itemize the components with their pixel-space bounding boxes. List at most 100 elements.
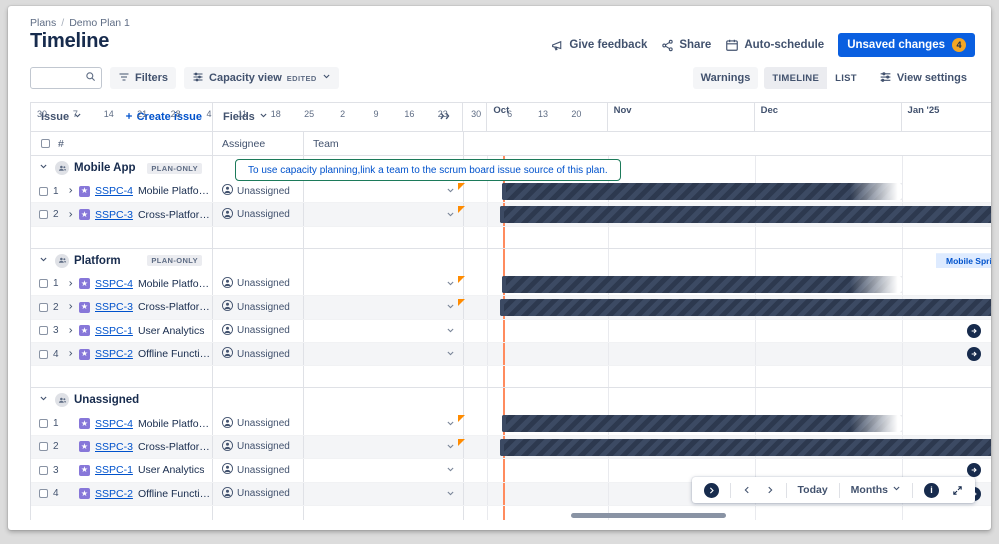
team-cell[interactable] xyxy=(303,435,463,459)
team-cell[interactable] xyxy=(303,482,463,505)
select-all-checkbox[interactable] xyxy=(41,139,50,148)
table-row[interactable]: 1 ★ SSPC-4 Mobile Platform I… Unassigned xyxy=(31,412,991,436)
row-checkbox[interactable] xyxy=(39,302,48,312)
issue-key-link[interactable]: SSPC-3 xyxy=(95,441,133,453)
fullscreen-button[interactable] xyxy=(947,480,968,500)
row-checkbox[interactable] xyxy=(39,186,48,196)
gantt-bar-left-handle[interactable] xyxy=(502,275,506,293)
chevron-down-icon[interactable] xyxy=(446,182,455,200)
filters-button[interactable]: Filters xyxy=(110,67,177,89)
chevron-down-icon[interactable] xyxy=(446,345,455,363)
row-checkbox[interactable] xyxy=(39,489,48,499)
issue-key-link[interactable]: SSPC-3 xyxy=(95,209,133,221)
team-cell[interactable] xyxy=(303,459,463,482)
gantt-bar[interactable] xyxy=(500,206,991,224)
warnings-button[interactable]: Warnings xyxy=(692,67,759,89)
group-collapse-chevron-icon[interactable] xyxy=(39,394,48,406)
team-cell[interactable] xyxy=(303,342,463,366)
timeline-cell[interactable] xyxy=(463,319,991,342)
table-row[interactable]: 2 ★ SSPC-3 Cross-Platform D… Unassigned xyxy=(31,435,991,460)
row-checkbox[interactable] xyxy=(39,279,48,289)
collapse-panel-button[interactable] xyxy=(699,480,724,500)
sprint-pill-0[interactable]: Mobile Sprint xyxy=(936,253,991,268)
scroll-to-issue-button[interactable] xyxy=(967,347,981,362)
assignee-cell[interactable]: Unassigned xyxy=(213,483,303,505)
issue-key-link[interactable]: SSPC-4 xyxy=(95,185,133,197)
chevron-down-icon[interactable] xyxy=(446,415,455,433)
gantt-bar[interactable] xyxy=(500,438,991,456)
assignee-cell[interactable]: Unassigned xyxy=(213,459,303,481)
issue-key-link[interactable]: SSPC-2 xyxy=(95,488,133,500)
view-mode-timeline[interactable]: TIMELINE xyxy=(764,67,828,89)
unsaved-changes-button[interactable]: Unsaved changes 4 xyxy=(838,33,975,57)
table-row[interactable]: 1 ★ SSPC-4 Mobile Platform I… Unassigned xyxy=(31,180,991,204)
assignee-cell[interactable]: Unassigned xyxy=(213,436,303,458)
chevron-down-icon[interactable] xyxy=(446,206,455,224)
timeline-cell[interactable] xyxy=(458,435,991,459)
assignee-cell[interactable]: Unassigned xyxy=(213,320,303,342)
table-row[interactable]: 2 ★ SSPC-3 Cross-Platform D… Unassigned xyxy=(31,296,991,320)
view-settings-button[interactable]: View settings xyxy=(871,67,975,89)
auto-schedule-button[interactable]: Auto-schedule xyxy=(725,38,824,52)
gantt-bar-left-handle[interactable] xyxy=(500,438,504,456)
gantt-bar-left-handle[interactable] xyxy=(502,415,506,433)
horizontal-scrollbar[interactable] xyxy=(571,513,726,518)
search-box[interactable] xyxy=(30,67,102,89)
issue-key-link[interactable]: SSPC-2 xyxy=(95,348,133,360)
scroll-back-button[interactable] xyxy=(737,480,757,500)
breadcrumb-plans[interactable]: Plans xyxy=(30,17,56,29)
scroll-forward-button[interactable] xyxy=(760,480,780,500)
info-button[interactable]: i xyxy=(919,480,944,500)
gantt-bar[interactable] xyxy=(500,299,991,317)
today-button[interactable]: Today xyxy=(793,480,833,500)
row-checkbox[interactable] xyxy=(39,326,48,336)
table-row[interactable]: 2 ★ SSPC-3 Cross-Platform D… Unassigned xyxy=(31,203,991,227)
team-cell[interactable] xyxy=(303,412,463,435)
scroll-to-issue-button[interactable] xyxy=(967,323,981,338)
capacity-view-button[interactable]: Capacity view EDITED xyxy=(184,67,339,89)
gantt-bar-left-handle[interactable] xyxy=(500,299,504,317)
timeline-cell[interactable] xyxy=(458,180,991,203)
gantt-bar-left-handle[interactable] xyxy=(502,183,506,200)
team-cell[interactable] xyxy=(303,180,463,203)
scroll-to-issue-button[interactable] xyxy=(967,463,981,478)
timeline-cell[interactable] xyxy=(458,296,991,319)
table-row[interactable]: 1 ★ SSPC-4 Mobile Platform I… Unassigned xyxy=(31,272,991,297)
gantt-bar-left-handle[interactable] xyxy=(500,206,504,224)
chevron-down-icon[interactable] xyxy=(446,485,455,503)
row-checkbox[interactable] xyxy=(39,210,48,220)
team-cell[interactable] xyxy=(303,203,463,226)
timeline-cell[interactable] xyxy=(463,342,991,366)
row-checkbox[interactable] xyxy=(39,419,48,429)
issue-key-link[interactable]: SSPC-3 xyxy=(95,301,133,313)
team-cell[interactable] xyxy=(303,296,463,319)
issue-key-link[interactable]: SSPC-4 xyxy=(95,278,133,290)
give-feedback-button[interactable]: Give feedback xyxy=(551,39,647,52)
timeline-cell[interactable] xyxy=(458,412,991,435)
chevron-down-icon[interactable] xyxy=(446,275,455,293)
gantt-bar[interactable] xyxy=(502,275,902,293)
timeline-cell[interactable] xyxy=(458,272,991,296)
expand-row-chevron-icon[interactable] xyxy=(67,185,74,197)
expand-row-chevron-icon[interactable] xyxy=(67,278,74,290)
chevron-down-icon[interactable] xyxy=(446,322,455,340)
chevron-down-icon[interactable] xyxy=(446,461,455,479)
zoom-level-dropdown[interactable]: Months xyxy=(846,480,906,500)
assignee-cell[interactable]: Unassigned xyxy=(213,412,303,434)
assignee-cell[interactable]: Unassigned xyxy=(213,343,303,365)
expand-row-chevron-icon[interactable] xyxy=(67,301,74,313)
issue-key-link[interactable]: SSPC-1 xyxy=(95,325,133,337)
chevron-down-icon[interactable] xyxy=(446,438,455,456)
team-cell[interactable] xyxy=(303,272,463,296)
team-cell[interactable] xyxy=(303,319,463,342)
share-button[interactable]: Share xyxy=(661,39,711,52)
search-input[interactable] xyxy=(33,72,85,84)
assignee-cell[interactable]: Unassigned xyxy=(213,203,303,225)
view-mode-list[interactable]: LIST xyxy=(827,67,865,89)
assignee-cell[interactable]: Unassigned xyxy=(213,296,303,318)
table-row[interactable]: 3 ★ SSPC-1 User Analytics Unassigned xyxy=(31,319,991,343)
expand-row-chevron-icon[interactable] xyxy=(67,325,74,337)
group-collapse-chevron-icon[interactable] xyxy=(39,255,48,267)
expand-row-chevron-icon[interactable] xyxy=(67,209,74,221)
group-collapse-chevron-icon[interactable] xyxy=(39,162,48,174)
